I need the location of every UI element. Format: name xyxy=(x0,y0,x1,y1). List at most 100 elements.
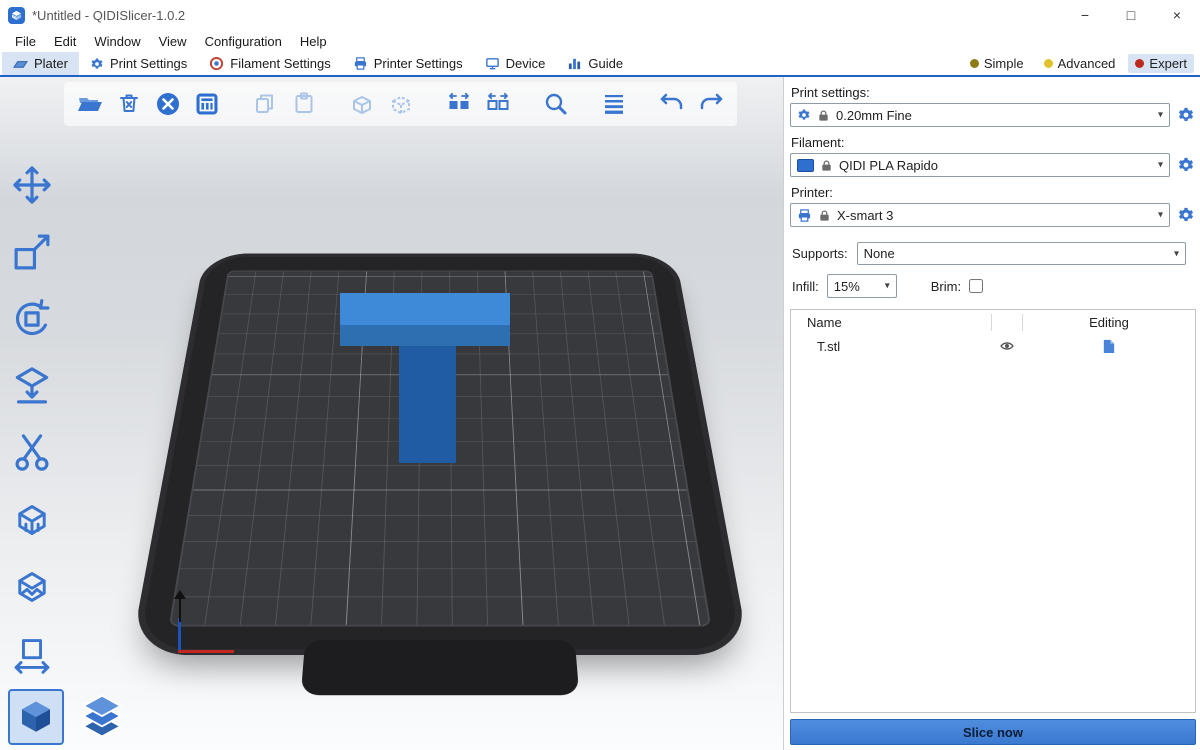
name-column-header: Name xyxy=(791,315,991,330)
close-button[interactable]: × xyxy=(1154,0,1200,30)
add-instance-icon[interactable] xyxy=(346,88,378,120)
tab-plater[interactable]: Plater xyxy=(2,52,79,75)
lock-icon xyxy=(820,159,833,172)
seam-painting-icon[interactable] xyxy=(6,561,58,613)
left-toolbar xyxy=(6,159,58,680)
guide-icon xyxy=(567,56,582,71)
print-settings-icon xyxy=(90,57,104,71)
maximize-button[interactable]: □ xyxy=(1108,0,1154,30)
brim-label: Brim: xyxy=(931,279,961,294)
tab-guide[interactable]: Guide xyxy=(556,52,634,75)
cut-icon[interactable] xyxy=(6,427,58,479)
brim-checkbox[interactable] xyxy=(969,279,983,293)
supports-label: Supports: xyxy=(792,246,848,261)
printer-combo[interactable]: X-smart 3 ▾ xyxy=(790,203,1170,227)
view-3d-button[interactable] xyxy=(8,689,64,745)
delete-all-icon[interactable] xyxy=(152,88,184,120)
3d-viewport[interactable] xyxy=(0,77,783,750)
plater-icon xyxy=(13,56,28,71)
settings-sidebar: Print settings: 0.20mm Fine ▾ Filament: … xyxy=(783,77,1200,750)
z-axis-icon xyxy=(178,618,181,652)
filament-color-swatch xyxy=(797,159,814,172)
app-logo-icon xyxy=(8,7,25,24)
object-list-header: Name Editing xyxy=(791,310,1195,334)
remove-instance-icon[interactable] xyxy=(385,88,417,120)
move-icon[interactable] xyxy=(6,159,58,211)
model-t-top-face[interactable] xyxy=(340,293,510,325)
view-toggle-bar xyxy=(8,689,130,745)
device-icon xyxy=(485,56,500,71)
redo-icon[interactable] xyxy=(695,88,727,120)
object-name: T.stl xyxy=(791,339,991,354)
print-settings-combo[interactable]: 0.20mm Fine ▾ xyxy=(790,103,1170,127)
tab-printer-settings[interactable]: Printer Settings xyxy=(342,52,474,75)
object-row[interactable]: T.stl xyxy=(791,334,1195,358)
menu-window[interactable]: Window xyxy=(85,32,149,51)
window-title: *Untitled - QIDISlicer-1.0.2 xyxy=(32,8,185,23)
filament-settings-icon xyxy=(209,56,224,71)
object-editing-icon[interactable] xyxy=(1022,338,1195,354)
copy-icon[interactable] xyxy=(249,88,281,120)
x-axis-icon xyxy=(178,650,234,653)
chevron-down-icon: ▾ xyxy=(1158,159,1163,170)
print-settings-gear-button[interactable] xyxy=(1176,105,1196,125)
undo-icon[interactable] xyxy=(656,88,688,120)
variable-layer-height-icon[interactable] xyxy=(598,88,630,120)
simple-mode-dot-icon xyxy=(970,59,979,68)
expert-mode-dot-icon xyxy=(1135,59,1144,68)
filament-gear-button[interactable] xyxy=(1176,155,1196,175)
infill-label: Infill: xyxy=(792,279,819,294)
chevron-down-icon: ▾ xyxy=(885,280,890,291)
minimize-button[interactable]: − xyxy=(1062,0,1108,30)
preview-layers-icon xyxy=(77,692,127,742)
menu-view[interactable]: View xyxy=(150,32,196,51)
printer-gear-button[interactable] xyxy=(1176,205,1196,225)
model-t-bar-front[interactable] xyxy=(340,325,510,346)
place-on-face-icon[interactable] xyxy=(6,360,58,412)
menu-bar: File Edit Window View Configuration Help xyxy=(0,30,1200,52)
slice-now-button[interactable]: Slice now xyxy=(790,719,1196,745)
filament-combo[interactable]: QIDI PLA Rapido ▾ xyxy=(790,153,1170,177)
tab-print-settings[interactable]: Print Settings xyxy=(79,52,198,75)
supports-combo[interactable]: None ▾ xyxy=(857,242,1186,265)
split-to-objects-icon[interactable] xyxy=(443,88,475,120)
chevron-down-icon: ▾ xyxy=(1158,209,1163,220)
visibility-eye-icon[interactable] xyxy=(992,338,1022,354)
z-axis-arrowhead-icon xyxy=(174,590,186,599)
object-list: Name Editing T.stl xyxy=(790,309,1196,713)
tab-device[interactable]: Device xyxy=(474,52,557,75)
mode-advanced[interactable]: Advanced xyxy=(1037,54,1123,73)
open-project-icon[interactable] xyxy=(74,88,106,120)
3d-editor-view-icon xyxy=(15,696,57,738)
chevron-down-icon: ▾ xyxy=(1174,248,1179,259)
chevron-down-icon: ▾ xyxy=(1158,109,1163,120)
printer-settings-icon xyxy=(353,56,368,71)
filament-label: Filament: xyxy=(791,135,1198,150)
scale-icon[interactable] xyxy=(6,226,58,278)
menu-file[interactable]: File xyxy=(6,32,45,51)
menu-edit[interactable]: Edit xyxy=(45,32,85,51)
rotate-icon[interactable] xyxy=(6,293,58,345)
paste-icon[interactable] xyxy=(288,88,320,120)
menu-configuration[interactable]: Configuration xyxy=(196,32,291,51)
search-icon[interactable] xyxy=(540,88,572,120)
model-t-stem[interactable] xyxy=(399,346,456,463)
mode-simple[interactable]: Simple xyxy=(963,54,1031,73)
bed-front-handle xyxy=(301,640,580,695)
menu-help[interactable]: Help xyxy=(291,32,336,51)
infill-combo[interactable]: 15% ▾ xyxy=(827,274,897,298)
view-preview-button[interactable] xyxy=(74,689,130,745)
measure-icon[interactable] xyxy=(6,628,58,680)
paint-supports-icon[interactable] xyxy=(6,494,58,546)
delete-icon[interactable] xyxy=(113,88,145,120)
mode-expert[interactable]: Expert xyxy=(1128,54,1194,73)
arrange-icon[interactable] xyxy=(191,88,223,120)
print-settings-label: Print settings: xyxy=(791,85,1198,100)
z-axis-arrow-icon xyxy=(179,598,181,622)
mode-selector: Simple Advanced Expert xyxy=(963,52,1200,75)
lock-icon xyxy=(818,209,831,222)
split-to-parts-icon[interactable] xyxy=(482,88,514,120)
editing-column-header: Editing xyxy=(1023,315,1195,330)
tab-filament-settings[interactable]: Filament Settings xyxy=(198,52,341,75)
advanced-mode-dot-icon xyxy=(1044,59,1053,68)
